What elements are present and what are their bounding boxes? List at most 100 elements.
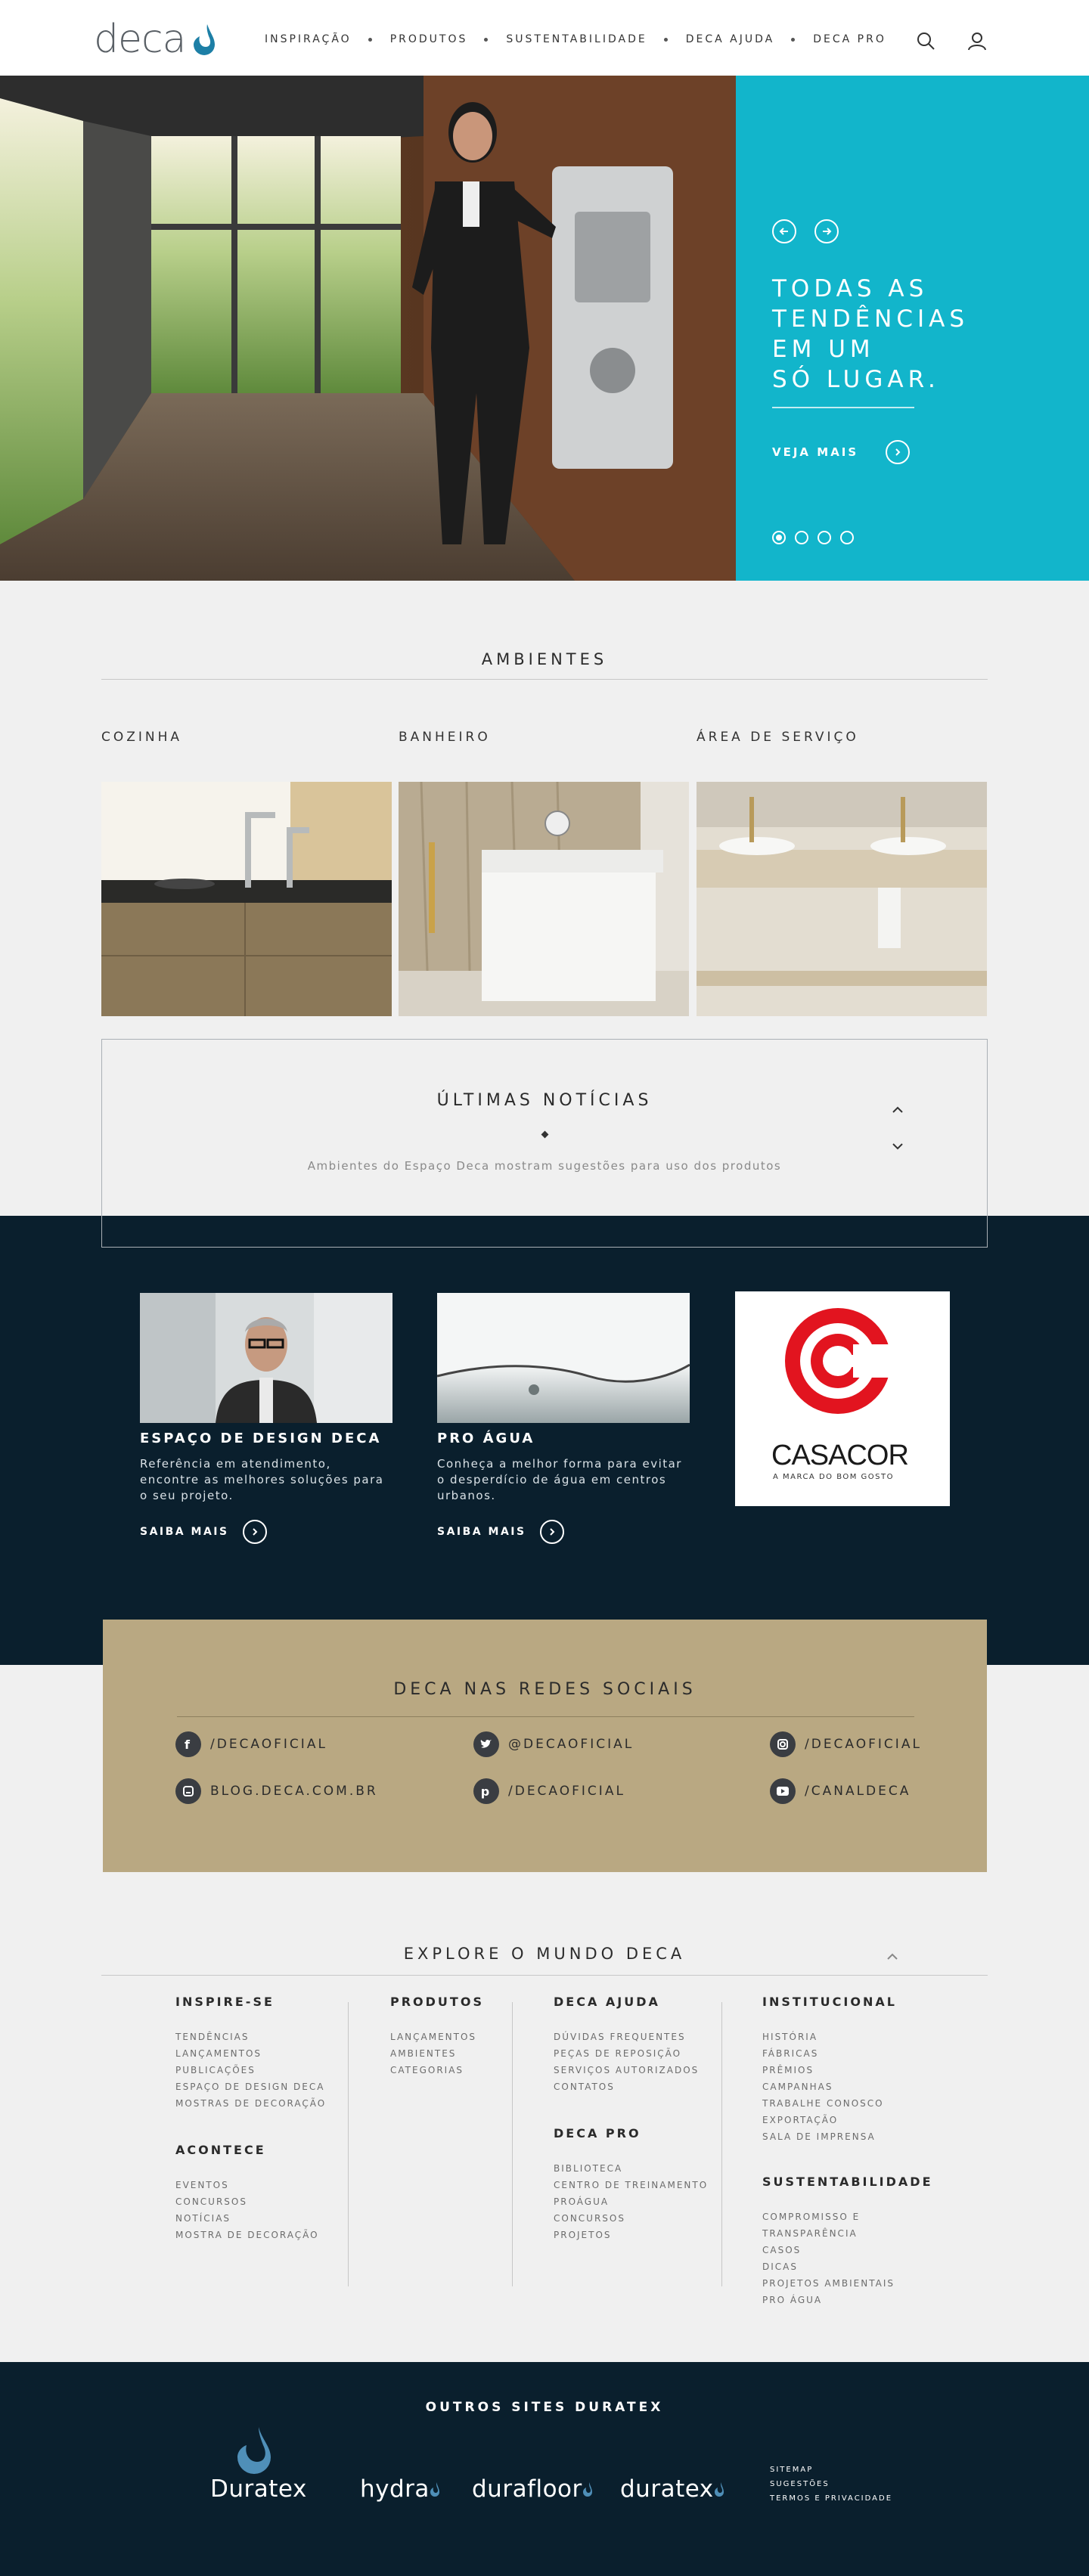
footer-link[interactable]: CAMPANHAS (762, 2078, 897, 2095)
footer-link[interactable]: LANÇAMENTOS (390, 2029, 484, 2045)
news-title: ÚLTIMAS NOTÍCIAS (436, 1091, 653, 1110)
footer-link[interactable]: TENDÊNCIAS (175, 2029, 326, 2045)
water-drop-logo-icon (194, 24, 215, 55)
casacor-name: CASACOR (771, 1440, 909, 1471)
footer-link[interactable]: PRÊMIOS (762, 2062, 897, 2078)
ambiente-banheiro-label[interactable]: BANHEIRO (399, 730, 491, 745)
ambiente-cozinha-label[interactable]: COZINHA (101, 730, 182, 745)
ambiente-area-servico-image[interactable] (697, 782, 987, 1016)
prev-arrow-icon[interactable] (772, 219, 796, 243)
footer-link[interactable]: EVENTOS (175, 2177, 319, 2193)
social-youtube[interactable]: /CANALDECA (770, 1778, 911, 1804)
footer-link[interactable]: NOTÍCIAS (175, 2210, 319, 2227)
footer-link[interactable]: LANÇAMENTOS (175, 2045, 326, 2062)
ambiente-cozinha-image[interactable] (101, 782, 392, 1016)
footer-link[interactable]: PROJETOS AMBIENTAIS (762, 2275, 933, 2292)
footer-link[interactable]: TRANSPARÊNCIA (762, 2225, 933, 2242)
deca-logo[interactable]: deca (94, 20, 186, 59)
social-pinterest[interactable]: p /DECAOFICIAL (473, 1778, 625, 1804)
slider-dot-4[interactable] (840, 531, 854, 544)
hero-title-line: TODAS AS (772, 275, 929, 302)
news-diamond-icon (541, 1130, 549, 1139)
slider-dot-1[interactable] (772, 531, 786, 544)
footer-link[interactable]: COMPROMISSO E (762, 2209, 933, 2225)
social-instagram[interactable]: /DECAOFICIAL (770, 1731, 922, 1757)
footer-link[interactable]: PUBLICAÇÕES (175, 2062, 326, 2078)
drop-icon (583, 2482, 592, 2497)
casacor-logo[interactable]: CASACOR A MARCA DO BOM GOSTO (735, 1291, 950, 1506)
hero-image (0, 76, 736, 581)
brand-duratex-main[interactable]: Duratex (210, 2475, 307, 2503)
news-headline[interactable]: Ambientes do Espaço Deca mostram sugestõ… (102, 1159, 987, 1173)
next-arrow-icon[interactable] (814, 219, 839, 243)
footer-link[interactable]: FÁBRICAS (762, 2045, 897, 2062)
footer-link[interactable]: DICAS (762, 2258, 933, 2275)
nav-sustentabilidade[interactable]: SUSTENTABILIDADE (506, 33, 647, 45)
nav-produtos[interactable]: PRODUTOS (390, 33, 468, 45)
footer-link[interactable]: BIBLIOTECA (554, 2160, 708, 2177)
slider-dot-3[interactable] (818, 531, 831, 544)
footer-link[interactable]: CONCURSOS (175, 2193, 319, 2210)
hero-banner: TODAS AS TENDÊNCIAS EM UM SÓ LUGAR. VEJA… (0, 76, 1089, 581)
social-twitter[interactable]: @DECAOFICIAL (473, 1731, 634, 1757)
hero-title-line: TENDÊNCIAS (772, 305, 970, 333)
chevron-up-icon[interactable] (886, 1953, 898, 1961)
hero-panel: TODAS AS TENDÊNCIAS EM UM SÓ LUGAR. VEJA… (736, 76, 1089, 581)
drop-icon (430, 2482, 439, 2497)
brand-duratex[interactable]: duratex (620, 2475, 714, 2503)
espaco-design-image[interactable] (140, 1293, 392, 1423)
sitemap-link[interactable]: SITEMAP (770, 2463, 892, 2477)
footer-col-pro: DECA PRO BIBLIOTECA CENTRO DE TREINAMENT… (554, 2126, 708, 2243)
pro-agua-saiba-mais[interactable]: SAIBA MAIS (437, 1520, 564, 1544)
chevron-down-icon[interactable] (892, 1142, 904, 1150)
footer-link[interactable]: EXPORTAÇÃO (762, 2112, 897, 2128)
social-facebook[interactable]: f /DECAOFICIAL (175, 1731, 327, 1757)
slider-dot-2[interactable] (795, 531, 808, 544)
footer-link[interactable]: CASOS (762, 2242, 933, 2258)
news-box-lower-border (101, 1216, 988, 1248)
footer-link[interactable]: DÚVIDAS FREQUENTES (554, 2029, 699, 2045)
footer-link[interactable]: CENTRO DE TREINAMENTO (554, 2177, 708, 2193)
footer-link[interactable]: AMBIENTES (390, 2045, 484, 2062)
ambiente-area-servico-label[interactable]: ÁREA DE SERVIÇO (697, 730, 859, 745)
footer-link[interactable]: TRABALHE CONOSCO (762, 2095, 897, 2112)
nav-inspiracao[interactable]: INSPIRAÇÃO (265, 33, 352, 45)
social-label: /DECAOFICIAL (508, 1784, 625, 1799)
veja-mais-link[interactable]: VEJA MAIS (772, 440, 911, 464)
footer-link[interactable]: CONCURSOS (554, 2210, 708, 2227)
twitter-icon (473, 1731, 499, 1757)
footer-col-ajuda: DECA AJUDA DÚVIDAS FREQUENTES PEÇAS DE R… (554, 1995, 699, 2095)
user-icon[interactable] (966, 30, 988, 51)
footer-link[interactable]: MOSTRA DE DECORAÇÃO (175, 2227, 319, 2243)
facebook-icon: f (175, 1731, 201, 1757)
footer-link[interactable]: HISTÓRIA (762, 2029, 897, 2045)
footer-link[interactable]: PROÁGUA (554, 2193, 708, 2210)
footer-link[interactable]: CONTATOS (554, 2078, 699, 2095)
sugestoes-link[interactable]: SUGESTÕES (770, 2477, 892, 2491)
nav-deca-ajuda[interactable]: DECA AJUDA (686, 33, 775, 45)
footer-link[interactable]: PROJETOS (554, 2227, 708, 2243)
espaco-design-text: Referência em atendimento, encontre as m… (140, 1457, 384, 1502)
search-icon[interactable] (915, 30, 936, 51)
pro-agua-image[interactable] (437, 1293, 690, 1423)
footer-link[interactable]: MOSTRAS DE DECORAÇÃO (175, 2095, 326, 2112)
footer-col-produtos: PRODUTOS LANÇAMENTOS AMBIENTES CATEGORIA… (390, 1995, 484, 2078)
social-blog[interactable]: BLOG.DECA.COM.BR (175, 1778, 378, 1804)
termos-link[interactable]: TERMOS E PRIVACIDADE (770, 2491, 892, 2506)
espaco-design-saiba-mais[interactable]: SAIBA MAIS (140, 1520, 267, 1544)
footer-col-sustentabilidade: SUSTENTABILIDADE COMPROMISSO E TRANSPARÊ… (762, 2175, 933, 2308)
main-nav: INSPIRAÇÃO PRODUTOS SUSTENTABILIDADE DEC… (265, 33, 886, 45)
col-title: PRODUTOS (390, 1995, 484, 2009)
brand-hydra[interactable]: hydra (360, 2475, 430, 2503)
footer-link[interactable]: CATEGORIAS (390, 2062, 484, 2078)
footer-link[interactable]: SERVIÇOS AUTORIZADOS (554, 2062, 699, 2078)
nav-deca-pro[interactable]: DECA PRO (813, 33, 886, 45)
footer-link[interactable]: PRO ÁGUA (762, 2292, 933, 2308)
footer-link[interactable]: PEÇAS DE REPOSIÇÃO (554, 2045, 699, 2062)
brand-durafloor[interactable]: durafloor (472, 2475, 582, 2503)
footer-link[interactable]: ESPAÇO DE DESIGN DECA (175, 2078, 326, 2095)
chevron-up-icon[interactable] (892, 1106, 904, 1114)
social-label: /DECAOFICIAL (805, 1737, 922, 1752)
ambiente-banheiro-image[interactable] (399, 782, 689, 1016)
footer-link[interactable]: SALA DE IMPRENSA (762, 2128, 897, 2145)
